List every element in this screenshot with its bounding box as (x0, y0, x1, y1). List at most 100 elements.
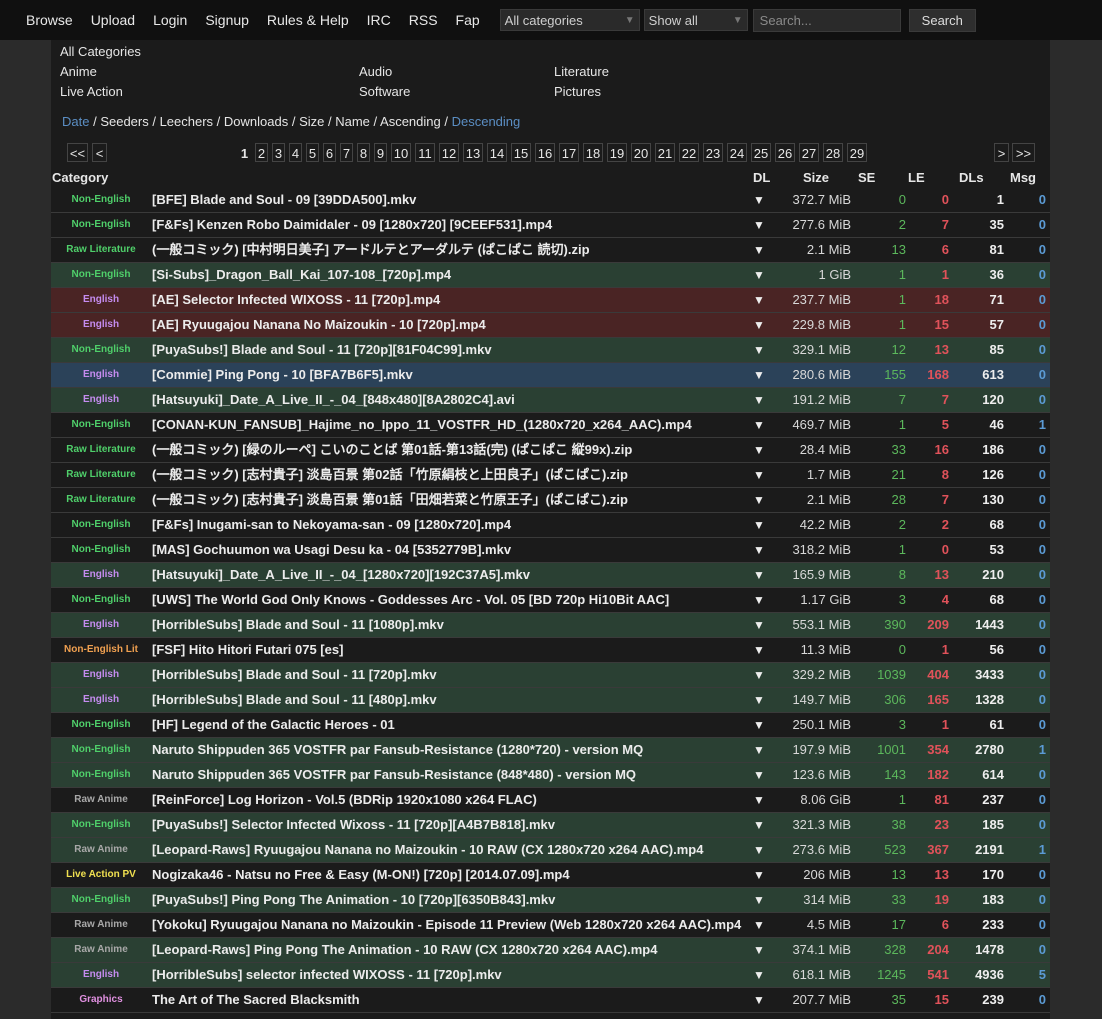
download-icon[interactable]: ▼ (752, 888, 766, 912)
page-link-5[interactable]: 5 (306, 143, 319, 162)
comments-count[interactable]: 0 (1004, 338, 1046, 362)
download-icon[interactable]: ▼ (752, 963, 766, 987)
category-badge[interactable]: Non-English (51, 413, 151, 437)
comments-count[interactable]: 0 (1004, 788, 1046, 812)
page-link-21[interactable]: 21 (655, 143, 675, 162)
page-link-16[interactable]: 16 (535, 143, 555, 162)
download-icon[interactable]: ▼ (752, 288, 766, 312)
category-badge[interactable]: Raw Literature (51, 238, 151, 262)
category-literature-link[interactable]: Literature (554, 64, 609, 79)
download-icon[interactable]: ▼ (752, 638, 766, 662)
category-badge[interactable]: Non-English (51, 763, 151, 787)
torrent-name-link[interactable]: [HorribleSubs] Blade and Soul - 11 [480p… (152, 688, 752, 712)
sort-option-leechers[interactable]: Leechers (160, 114, 213, 129)
category-badge[interactable]: English (51, 363, 151, 387)
nav-link-irc[interactable]: IRC (367, 0, 391, 40)
torrent-name-link[interactable]: The Art of The Sacred Blacksmith (152, 988, 752, 1012)
comments-count[interactable]: 1 (1004, 413, 1046, 437)
nav-link-rules-help[interactable]: Rules & Help (267, 0, 349, 40)
category-badge[interactable]: Graphics (51, 988, 151, 1012)
comments-count[interactable]: 0 (1004, 938, 1046, 962)
comments-count[interactable]: 0 (1004, 888, 1046, 912)
torrent-name-link[interactable]: [Leopard-Raws] Ryuugajou Nanana no Maizo… (152, 838, 752, 862)
download-icon[interactable]: ▼ (752, 613, 766, 637)
comments-count[interactable]: 1 (1004, 838, 1046, 862)
comments-count[interactable]: 0 (1004, 538, 1046, 562)
torrent-name-link[interactable]: Naruto Shippuden 365 VOSTFR par Fansub-R… (152, 763, 752, 787)
comments-count[interactable]: 0 (1004, 363, 1046, 387)
category-software-link[interactable]: Software (359, 84, 410, 99)
comments-count[interactable]: 0 (1004, 488, 1046, 512)
category-anime-link[interactable]: Anime (60, 64, 97, 79)
download-icon[interactable]: ▼ (752, 588, 766, 612)
comments-count[interactable]: 0 (1004, 988, 1046, 1012)
comments-count[interactable]: 0 (1004, 513, 1046, 537)
page-link-13[interactable]: 13 (463, 143, 483, 162)
torrent-name-link[interactable]: [PuyaSubs!] Ping Pong The Animation - 10… (152, 888, 752, 912)
category-badge[interactable]: Non-English (51, 713, 151, 737)
page-link-10[interactable]: 10 (391, 143, 411, 162)
sort-option-seeders[interactable]: Seeders (100, 114, 148, 129)
page-link-23[interactable]: 23 (703, 143, 723, 162)
comments-count[interactable]: 0 (1004, 213, 1046, 237)
page-link-25[interactable]: 25 (751, 143, 771, 162)
torrent-name-link[interactable]: [HorribleSubs] Blade and Soul - 11 [720p… (152, 663, 752, 687)
category-badge[interactable]: Non-English Lit (51, 638, 151, 662)
download-icon[interactable]: ▼ (752, 938, 766, 962)
category-audio-link[interactable]: Audio (359, 64, 392, 79)
header-leechers[interactable]: LE (908, 170, 925, 185)
comments-count[interactable]: 5 (1004, 963, 1046, 987)
category-badge[interactable]: Raw Literature (51, 488, 151, 512)
category-select[interactable]: All categories ▼ (499, 9, 640, 31)
comments-count[interactable]: 0 (1004, 463, 1046, 487)
last-page-button[interactable]: >> (1012, 143, 1035, 162)
page-link-19[interactable]: 19 (607, 143, 627, 162)
page-link-6[interactable]: 6 (323, 143, 336, 162)
comments-count[interactable]: 0 (1004, 388, 1046, 412)
category-badge[interactable]: Raw Anime (51, 838, 151, 862)
comments-count[interactable]: 1 (1004, 738, 1046, 762)
header-downloads[interactable]: DLs (959, 170, 984, 185)
show-filter-select[interactable]: Show all ▼ (643, 9, 748, 31)
page-link-9[interactable]: 9 (374, 143, 387, 162)
download-icon[interactable]: ▼ (752, 188, 766, 212)
comments-count[interactable]: 0 (1004, 588, 1046, 612)
sort-option-name[interactable]: Name (335, 114, 370, 129)
page-link-3[interactable]: 3 (272, 143, 285, 162)
download-icon[interactable]: ▼ (752, 913, 766, 937)
torrent-name-link[interactable]: [AE] Selector Infected WIXOSS - 11 [720p… (152, 288, 752, 312)
download-icon[interactable]: ▼ (752, 213, 766, 237)
torrent-name-link[interactable]: [HorribleSubs] selector infected WIXOSS … (152, 963, 752, 987)
page-link-4[interactable]: 4 (289, 143, 302, 162)
torrent-name-link[interactable]: [Hatsuyuki]_Date_A_Live_II_-_04_[1280x72… (152, 563, 752, 587)
comments-count[interactable]: 0 (1004, 863, 1046, 887)
page-link-18[interactable]: 18 (583, 143, 603, 162)
download-icon[interactable]: ▼ (752, 413, 766, 437)
download-icon[interactable]: ▼ (752, 363, 766, 387)
category-badge[interactable]: Raw Anime (51, 938, 151, 962)
comments-count[interactable]: 0 (1004, 663, 1046, 687)
torrent-name-link[interactable]: [Hatsuyuki]_Date_A_Live_II_-_04_[848x480… (152, 388, 752, 412)
sort-option-ascending[interactable]: Ascending (380, 114, 441, 129)
page-link-29[interactable]: 29 (847, 143, 867, 162)
page-link-17[interactable]: 17 (559, 143, 579, 162)
torrent-name-link[interactable]: [Commie] Ping Pong - 10 [BFA7B6F5].mkv (152, 363, 752, 387)
download-icon[interactable]: ▼ (752, 688, 766, 712)
download-icon[interactable]: ▼ (752, 713, 766, 737)
torrent-name-link[interactable]: [Yokoku] Ryuugajou Nanana no Maizoukin -… (152, 913, 752, 937)
category-badge[interactable]: Non-English (51, 338, 151, 362)
torrent-name-link[interactable]: [CONAN-KUN_FANSUB]_Hajime_no_Ippo_11_VOS… (152, 413, 752, 437)
download-icon[interactable]: ▼ (752, 738, 766, 762)
comments-count[interactable]: 0 (1004, 713, 1046, 737)
first-page-button[interactable]: << (67, 143, 88, 162)
download-icon[interactable]: ▼ (752, 513, 766, 537)
header-seeders[interactable]: SE (858, 170, 875, 185)
torrent-name-link[interactable]: [UWS] The World God Only Knows - Goddess… (152, 588, 752, 612)
page-link-26[interactable]: 26 (775, 143, 795, 162)
nav-link-fap[interactable]: Fap (456, 0, 480, 40)
category-badge[interactable]: Non-English (51, 813, 151, 837)
category-badge[interactable]: Raw Literature (51, 463, 151, 487)
nav-link-login[interactable]: Login (153, 0, 187, 40)
category-badge[interactable]: Non-English (51, 513, 151, 537)
page-link-11[interactable]: 11 (415, 143, 435, 162)
